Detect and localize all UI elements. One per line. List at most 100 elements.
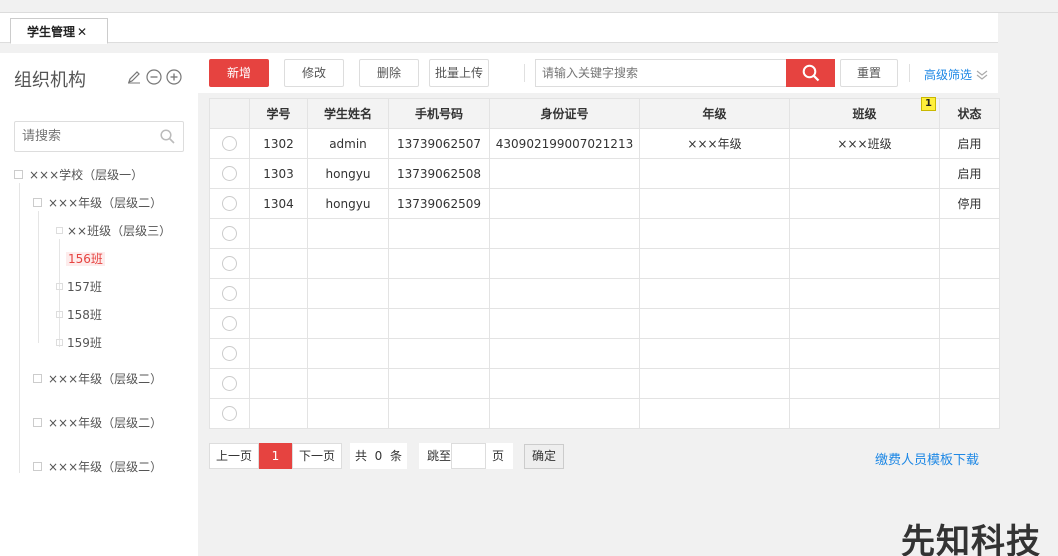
tree-toggle-icon[interactable] — [33, 198, 42, 207]
watermark: 先知科技 — [901, 522, 1041, 556]
keyword-search — [535, 59, 787, 87]
tab-label: 学生管理 — [27, 25, 76, 39]
column-header[interactable]: 学号 — [249, 98, 308, 129]
search-icon — [802, 64, 819, 82]
jump-confirm-button[interactable]: 确定 — [524, 444, 564, 469]
table-row-empty[interactable] — [209, 368, 1000, 399]
column-header[interactable]: 状态 — [939, 98, 1000, 129]
tree-leaf-icon — [56, 339, 63, 346]
edit-icon[interactable] — [126, 69, 142, 85]
toolbar-divider — [524, 64, 525, 82]
edit-button[interactable]: 修改 — [284, 59, 344, 87]
page-jump-input[interactable] — [451, 443, 487, 469]
search-button[interactable] — [786, 59, 835, 87]
table-cell: ×××年级 — [639, 128, 790, 159]
table-cell — [489, 188, 640, 219]
tree-node-158[interactable]: 158班 — [56, 305, 102, 325]
close-icon[interactable]: ✕ — [77, 25, 87, 39]
row-radio[interactable] — [222, 286, 237, 301]
tree-toggle-icon[interactable] — [14, 170, 23, 179]
tree-node-school[interactable]: ×××学校（层级一） — [14, 165, 143, 185]
collapse-icon[interactable] — [146, 69, 162, 85]
row-radio[interactable] — [222, 406, 237, 421]
tree-node-156[interactable]: 156班 — [66, 249, 105, 269]
advanced-filter-link[interactable]: 高级筛选 — [924, 66, 988, 83]
column-header[interactable]: 年级 — [639, 98, 790, 129]
table-cell: hongyu — [307, 158, 389, 189]
table-row[interactable]: 1303 hongyu 13739062508 启用 — [209, 158, 1000, 189]
column-header[interactable]: 班级 — [789, 98, 940, 129]
row-radio[interactable] — [222, 196, 237, 211]
tree-node-157[interactable]: 157班 — [56, 277, 102, 297]
next-page-button[interactable]: 下一页 — [292, 443, 342, 469]
add-button[interactable]: 新增 — [209, 59, 269, 87]
tree-toggle-icon[interactable] — [33, 418, 42, 427]
delete-button[interactable]: 删除 — [359, 59, 419, 87]
org-title: 组织机构 — [14, 70, 86, 91]
tree-node-grade[interactable]: ×××年级（层级二） — [33, 413, 162, 433]
tree-search — [14, 121, 184, 152]
table-row-empty[interactable] — [209, 278, 1000, 309]
row-radio[interactable] — [222, 376, 237, 391]
annotation-badge: 1 — [921, 97, 936, 111]
tree-leaf-icon — [56, 311, 63, 318]
tree-leaf-icon — [56, 227, 63, 234]
tree-node-grade[interactable]: ×××年级（层级二） — [33, 369, 162, 389]
table-cell — [639, 158, 790, 189]
toolbar: 新增 修改 删除 批量上传 重置 高级筛选 — [198, 53, 998, 93]
table-cell: hongyu — [307, 188, 389, 219]
tree-leaf-icon — [56, 283, 63, 290]
table-cell: 1303 — [249, 158, 308, 189]
expand-icon[interactable] — [166, 69, 182, 85]
org-panel: 组织机构 ×××学校（层级一） ×××年级（层级二） ××班级（层级三） 156… — [0, 53, 198, 556]
total-count: 共 0 条 — [350, 443, 407, 469]
tree-node-class[interactable]: ××班级（层级三） — [56, 221, 171, 241]
advanced-filter-label: 高级筛选 — [924, 68, 973, 82]
table-cell: 430902199007021213 — [489, 128, 640, 159]
tree-toggle-icon[interactable] — [33, 462, 42, 471]
column-header[interactable]: 手机号码 — [388, 98, 490, 129]
table-row-empty[interactable] — [209, 218, 1000, 249]
org-tools — [126, 69, 182, 85]
tree-node-159[interactable]: 159班 — [56, 333, 102, 353]
tree-toggle-icon[interactable] — [33, 374, 42, 383]
row-radio[interactable] — [222, 136, 237, 151]
table-row-empty[interactable] — [209, 338, 1000, 369]
row-radio[interactable] — [222, 316, 237, 331]
table-cell — [639, 188, 790, 219]
pagination: 上一页 1 下一页 — [209, 443, 342, 469]
template-download-link[interactable]: 缴费人员模板下载 — [875, 449, 979, 468]
table-row-empty[interactable] — [209, 398, 1000, 429]
table-cell: 1302 — [249, 128, 308, 159]
reset-button[interactable]: 重置 — [840, 59, 898, 87]
table-cell: 1304 — [249, 188, 308, 219]
current-page[interactable]: 1 — [259, 443, 292, 469]
tab-bar: 学生管理 ✕ — [0, 13, 998, 44]
row-radio[interactable] — [222, 226, 237, 241]
column-header[interactable]: 身份证号 — [489, 98, 640, 129]
column-header[interactable]: 学生姓名 — [307, 98, 389, 129]
table-cell — [789, 188, 940, 219]
double-chevron-down-icon — [976, 70, 988, 80]
table-row-empty[interactable] — [209, 308, 1000, 339]
table-cell: 13739062509 — [388, 188, 490, 219]
toolbar-divider — [909, 64, 910, 82]
row-radio[interactable] — [222, 346, 237, 361]
search-icon[interactable] — [160, 129, 175, 147]
tree-node-grade[interactable]: ×××年级（层级二） — [33, 193, 162, 213]
row-radio[interactable] — [222, 256, 237, 271]
row-radio[interactable] — [222, 166, 237, 181]
batch-upload-button[interactable]: 批量上传 — [429, 59, 489, 87]
tab-student-management[interactable]: 学生管理 ✕ — [10, 18, 108, 44]
tree-line — [19, 183, 20, 473]
table-cell: 启用 — [939, 158, 1000, 189]
page-jump: 跳至 页 — [419, 443, 513, 469]
tree-search-input[interactable] — [15, 122, 145, 151]
total-value: 0 — [374, 449, 383, 463]
prev-page-button[interactable]: 上一页 — [209, 443, 259, 469]
table-row[interactable]: 1302 admin 13739062507 43090219900702121… — [209, 128, 1000, 159]
tree-node-grade[interactable]: ×××年级（层级二） — [33, 457, 162, 477]
table-row-empty[interactable] — [209, 248, 1000, 279]
keyword-search-input[interactable] — [536, 60, 776, 86]
table-row[interactable]: 1304 hongyu 13739062509 停用 — [209, 188, 1000, 219]
